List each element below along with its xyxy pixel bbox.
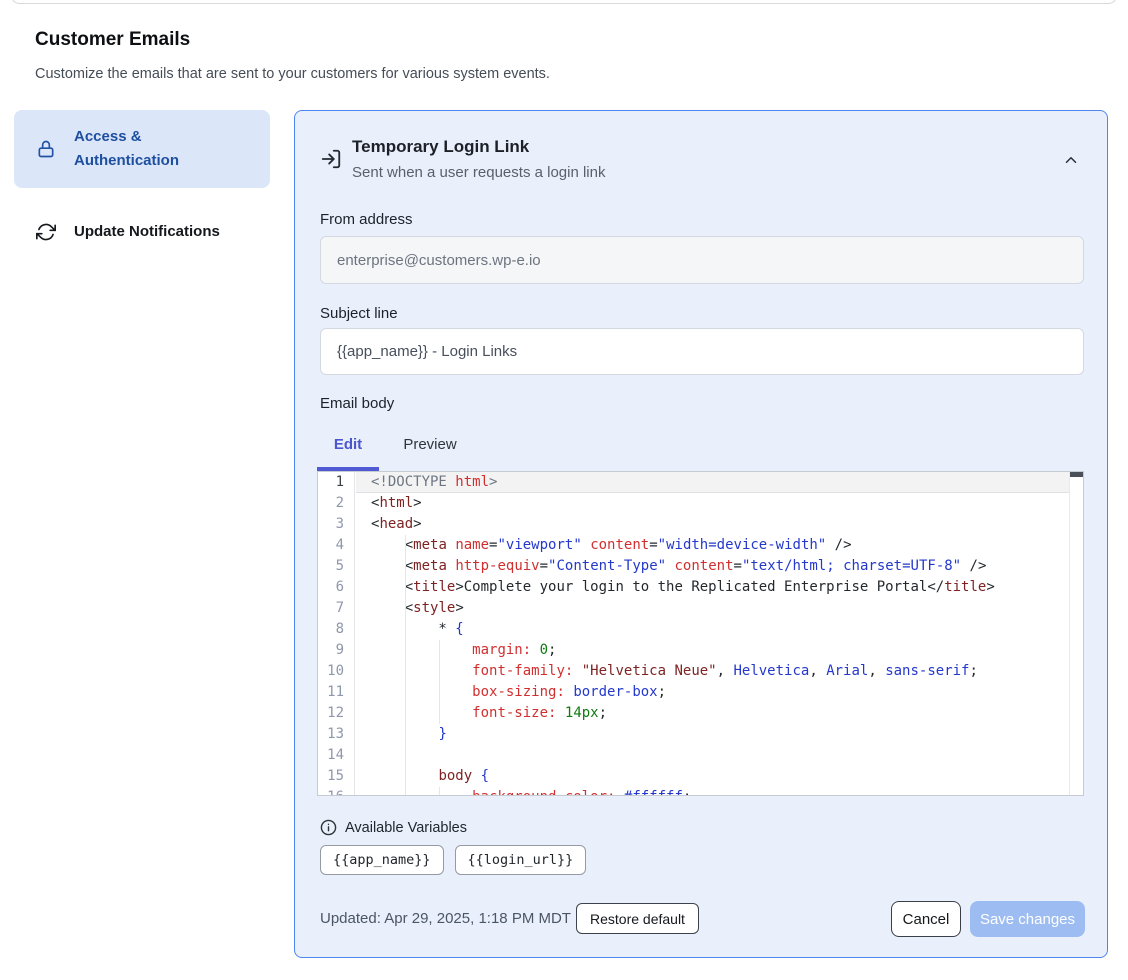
- chevron-up-icon[interactable]: [1062, 151, 1080, 169]
- active-tab-underline: [317, 467, 379, 471]
- lock-icon: [36, 139, 56, 159]
- page-title: Customer Emails: [35, 29, 190, 51]
- editor-code[interactable]: <!DOCTYPE html><html><head> <meta name="…: [356, 472, 1069, 796]
- tab-edit[interactable]: Edit: [317, 436, 379, 453]
- editor-scrollbar-thumb[interactable]: [1070, 472, 1083, 477]
- tab-preview[interactable]: Preview: [395, 436, 465, 453]
- from-address-label: From address: [320, 211, 413, 228]
- indent-guide: [439, 787, 440, 796]
- email-types-sidebar: Access & Authentication Update Notificat…: [14, 110, 270, 259]
- editor-gutter: 12345678910111213141516: [318, 472, 355, 795]
- indent-guide: [439, 640, 440, 724]
- sidebar-item-label: Access & Authentication: [74, 125, 250, 173]
- page-subtitle: Customize the emails that are sent to yo…: [35, 66, 550, 82]
- customer-emails-page: Customer Emails Customize the emails tha…: [0, 0, 1128, 980]
- email-body-label: Email body: [320, 395, 394, 412]
- subject-line-label: Subject line: [320, 305, 398, 322]
- cancel-button[interactable]: Cancel: [891, 901, 961, 937]
- previous-card-bottom-edge: [10, 0, 1118, 4]
- subject-input[interactable]: [320, 328, 1084, 375]
- editor-scrollbar[interactable]: [1069, 472, 1083, 795]
- save-changes-button[interactable]: Save changes: [970, 901, 1085, 937]
- variable-chips: {{app_name}} {{login_url}}: [320, 845, 586, 875]
- available-variables-row: Available Variables: [320, 819, 467, 836]
- login-icon: [320, 148, 342, 170]
- variable-chip-login-url[interactable]: {{login_url}}: [455, 845, 587, 875]
- panel-title: Temporary Login Link: [352, 137, 529, 157]
- restore-default-button[interactable]: Restore default: [576, 903, 699, 934]
- info-icon[interactable]: [320, 819, 337, 836]
- sidebar-item-label: Update Notifications: [74, 220, 220, 244]
- variable-chip-app-name[interactable]: {{app_name}}: [320, 845, 444, 875]
- temporary-login-link-panel: Temporary Login Link Sent when a user re…: [294, 110, 1108, 958]
- refresh-icon: [36, 222, 56, 242]
- panel-subtitle: Sent when a user requests a login link: [352, 164, 605, 181]
- sidebar-item-access-authentication[interactable]: Access & Authentication: [14, 110, 270, 188]
- from-address-input[interactable]: [320, 236, 1084, 284]
- updated-timestamp: Updated: Apr 29, 2025, 1:18 PM MDT: [320, 910, 571, 927]
- available-variables-label: Available Variables: [345, 820, 467, 836]
- indent-guide: [405, 535, 406, 796]
- email-body-code-editor[interactable]: 12345678910111213141516 <!DOCTYPE html><…: [317, 471, 1084, 796]
- sidebar-item-update-notifications[interactable]: Update Notifications: [14, 205, 270, 259]
